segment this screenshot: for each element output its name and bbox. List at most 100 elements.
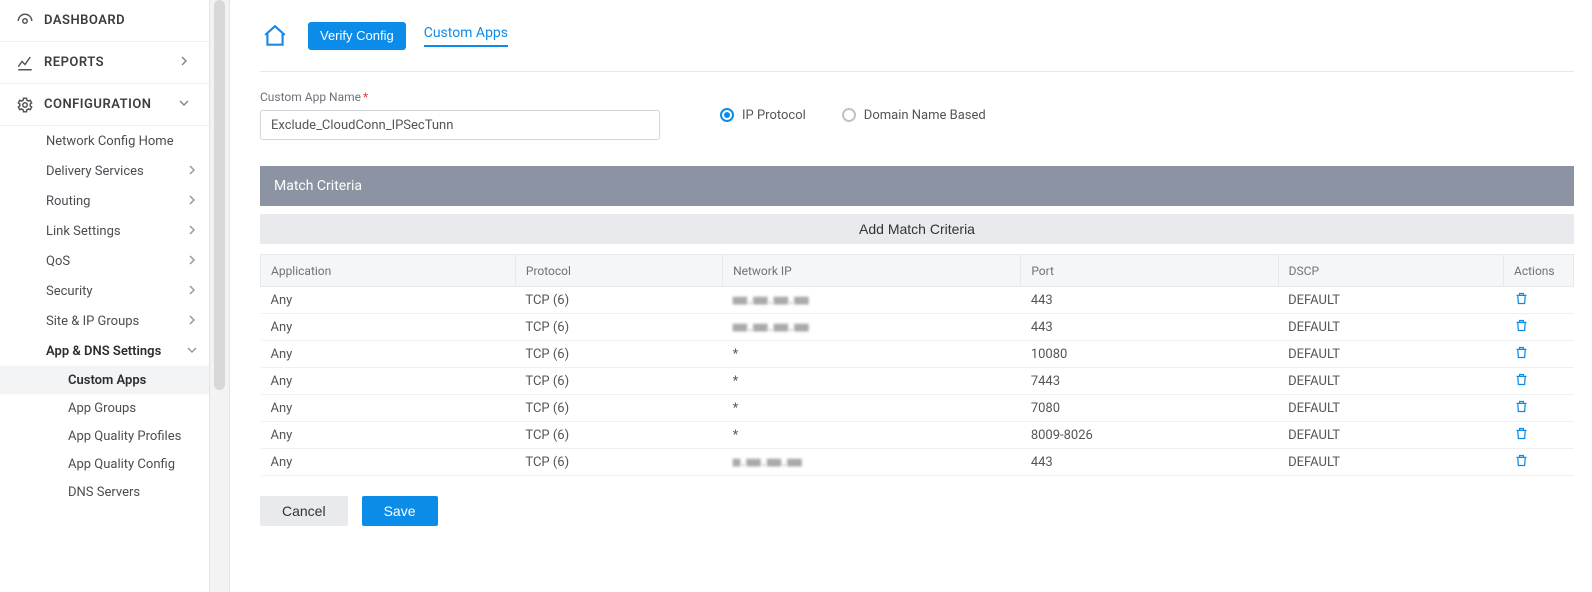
sidebar-item-security[interactable]: Security xyxy=(0,276,209,306)
chevron-down-icon xyxy=(187,344,201,359)
cell-dscp: DEFAULT xyxy=(1278,314,1503,341)
gauge-icon xyxy=(16,12,34,30)
delete-icon[interactable] xyxy=(1514,372,1529,387)
table-row: AnyTCP (6)■■.■■.■■.■■443DEFAULT xyxy=(261,314,1574,341)
delete-icon[interactable] xyxy=(1514,318,1529,333)
custom-app-name-input[interactable] xyxy=(260,110,660,140)
col-actions: Actions xyxy=(1504,255,1574,287)
match-criteria-header: Match Criteria xyxy=(260,166,1574,206)
sidebar-item-routing[interactable]: Routing xyxy=(0,186,209,216)
sidebar-item-qos[interactable]: QoS xyxy=(0,246,209,276)
col-port: Port xyxy=(1021,255,1278,287)
cell-protocol: TCP (6) xyxy=(515,368,722,395)
save-button[interactable]: Save xyxy=(362,496,438,526)
cell-network-ip: * xyxy=(723,422,1021,449)
cell-protocol: TCP (6) xyxy=(515,287,722,314)
nav-configuration[interactable]: CONFIGURATION xyxy=(0,84,209,126)
nav-configuration-label: CONFIGURATION xyxy=(44,97,169,112)
subnav-app-quality-config[interactable]: App Quality Config xyxy=(0,450,209,478)
cell-dscp: DEFAULT xyxy=(1278,341,1503,368)
cell-network-ip: * xyxy=(723,395,1021,422)
col-protocol: Protocol xyxy=(515,255,722,287)
cell-network-ip: * xyxy=(723,368,1021,395)
nav-dashboard[interactable]: DASHBOARD xyxy=(0,0,209,42)
delete-icon[interactable] xyxy=(1514,426,1529,441)
col-application: Application xyxy=(261,255,516,287)
gear-icon xyxy=(16,96,34,114)
table-row: AnyTCP (6)*8009-8026DEFAULT xyxy=(261,422,1574,449)
sidebar-item-site-ip-groups[interactable]: Site & IP Groups xyxy=(0,306,209,336)
cell-network-ip: * xyxy=(723,341,1021,368)
sidebar-scrollbar[interactable] xyxy=(210,0,230,592)
breadcrumb: Verify Config Custom Apps xyxy=(260,0,1574,72)
cell-protocol: TCP (6) xyxy=(515,395,722,422)
cell-application: Any xyxy=(261,422,516,449)
radio-ip-protocol[interactable]: IP Protocol xyxy=(720,108,806,123)
breadcrumb-current[interactable]: Custom Apps xyxy=(424,25,508,47)
chevron-right-icon xyxy=(187,284,201,299)
delete-icon[interactable] xyxy=(1514,453,1529,468)
subnav-app-groups[interactable]: App Groups xyxy=(0,394,209,422)
cell-network-ip: ■■.■■.■■.■■ xyxy=(723,314,1021,341)
col-dscp: DSCP xyxy=(1278,255,1503,287)
cell-network-ip: ■.■■.■■.■■ xyxy=(723,449,1021,476)
cell-port: 8009-8026 xyxy=(1021,422,1278,449)
cell-protocol: TCP (6) xyxy=(515,449,722,476)
cell-network-ip: ■■.■■.■■.■■ xyxy=(723,287,1021,314)
sidebar: DASHBOARD REPORTS CONFIGURATION Network … xyxy=(0,0,210,592)
delete-icon[interactable] xyxy=(1514,399,1529,414)
reports-icon xyxy=(16,54,34,72)
cell-dscp: DEFAULT xyxy=(1278,395,1503,422)
form-row: Custom App Name* IP Protocol Domain Name… xyxy=(260,90,1574,140)
subnav-app-quality-profiles[interactable]: App Quality Profiles xyxy=(0,422,209,450)
sidebar-item-link-settings[interactable]: Link Settings xyxy=(0,216,209,246)
table-row: AnyTCP (6)■■.■■.■■.■■443DEFAULT xyxy=(261,287,1574,314)
delete-icon[interactable] xyxy=(1514,345,1529,360)
cell-dscp: DEFAULT xyxy=(1278,287,1503,314)
chevron-right-icon xyxy=(187,254,201,269)
cell-dscp: DEFAULT xyxy=(1278,422,1503,449)
table-row: AnyTCP (6)■.■■.■■.■■443DEFAULT xyxy=(261,449,1574,476)
sidebar-item-app-dns-settings[interactable]: App & DNS Settings xyxy=(0,336,209,366)
cancel-button[interactable]: Cancel xyxy=(260,496,348,526)
nav-reports[interactable]: REPORTS xyxy=(0,42,209,84)
cell-dscp: DEFAULT xyxy=(1278,449,1503,476)
cell-application: Any xyxy=(261,368,516,395)
chevron-right-icon xyxy=(187,194,201,209)
chevron-right-icon xyxy=(187,314,201,329)
cell-protocol: TCP (6) xyxy=(515,341,722,368)
cell-protocol: TCP (6) xyxy=(515,314,722,341)
subnav-custom-apps[interactable]: Custom Apps xyxy=(0,366,209,394)
cell-application: Any xyxy=(261,287,516,314)
verify-config-button[interactable]: Verify Config xyxy=(308,22,406,50)
chevron-right-icon xyxy=(187,164,201,179)
table-row: AnyTCP (6)*10080DEFAULT xyxy=(261,341,1574,368)
main-content: Verify Config Custom Apps Custom App Nam… xyxy=(230,0,1592,592)
cell-port: 443 xyxy=(1021,287,1278,314)
cell-port: 443 xyxy=(1021,314,1278,341)
sidebar-item-delivery-services[interactable]: Delivery Services xyxy=(0,156,209,186)
col-network-ip: Network IP xyxy=(723,255,1021,287)
cell-dscp: DEFAULT xyxy=(1278,368,1503,395)
nav-reports-label: REPORTS xyxy=(44,55,169,70)
radio-domain-name-based[interactable]: Domain Name Based xyxy=(842,108,986,123)
delete-icon[interactable] xyxy=(1514,291,1529,306)
app-name-label: Custom App Name* xyxy=(260,90,660,104)
subnav-dns-servers[interactable]: DNS Servers xyxy=(0,478,209,506)
nav-dashboard-label: DASHBOARD xyxy=(44,13,193,28)
cell-application: Any xyxy=(261,314,516,341)
add-match-criteria-button[interactable]: Add Match Criteria xyxy=(260,214,1574,244)
cell-port: 10080 xyxy=(1021,341,1278,368)
chevron-right-icon xyxy=(179,55,193,70)
cell-application: Any xyxy=(261,341,516,368)
table-row: AnyTCP (6)*7080DEFAULT xyxy=(261,395,1574,422)
sidebar-item-network-config-home[interactable]: Network Config Home xyxy=(0,126,209,156)
home-icon[interactable] xyxy=(260,21,290,51)
cell-protocol: TCP (6) xyxy=(515,422,722,449)
cell-application: Any xyxy=(261,449,516,476)
cell-port: 7443 xyxy=(1021,368,1278,395)
cell-application: Any xyxy=(261,395,516,422)
scrollbar-thumb[interactable] xyxy=(214,0,225,390)
cell-port: 443 xyxy=(1021,449,1278,476)
radio-dot-icon xyxy=(842,108,856,122)
